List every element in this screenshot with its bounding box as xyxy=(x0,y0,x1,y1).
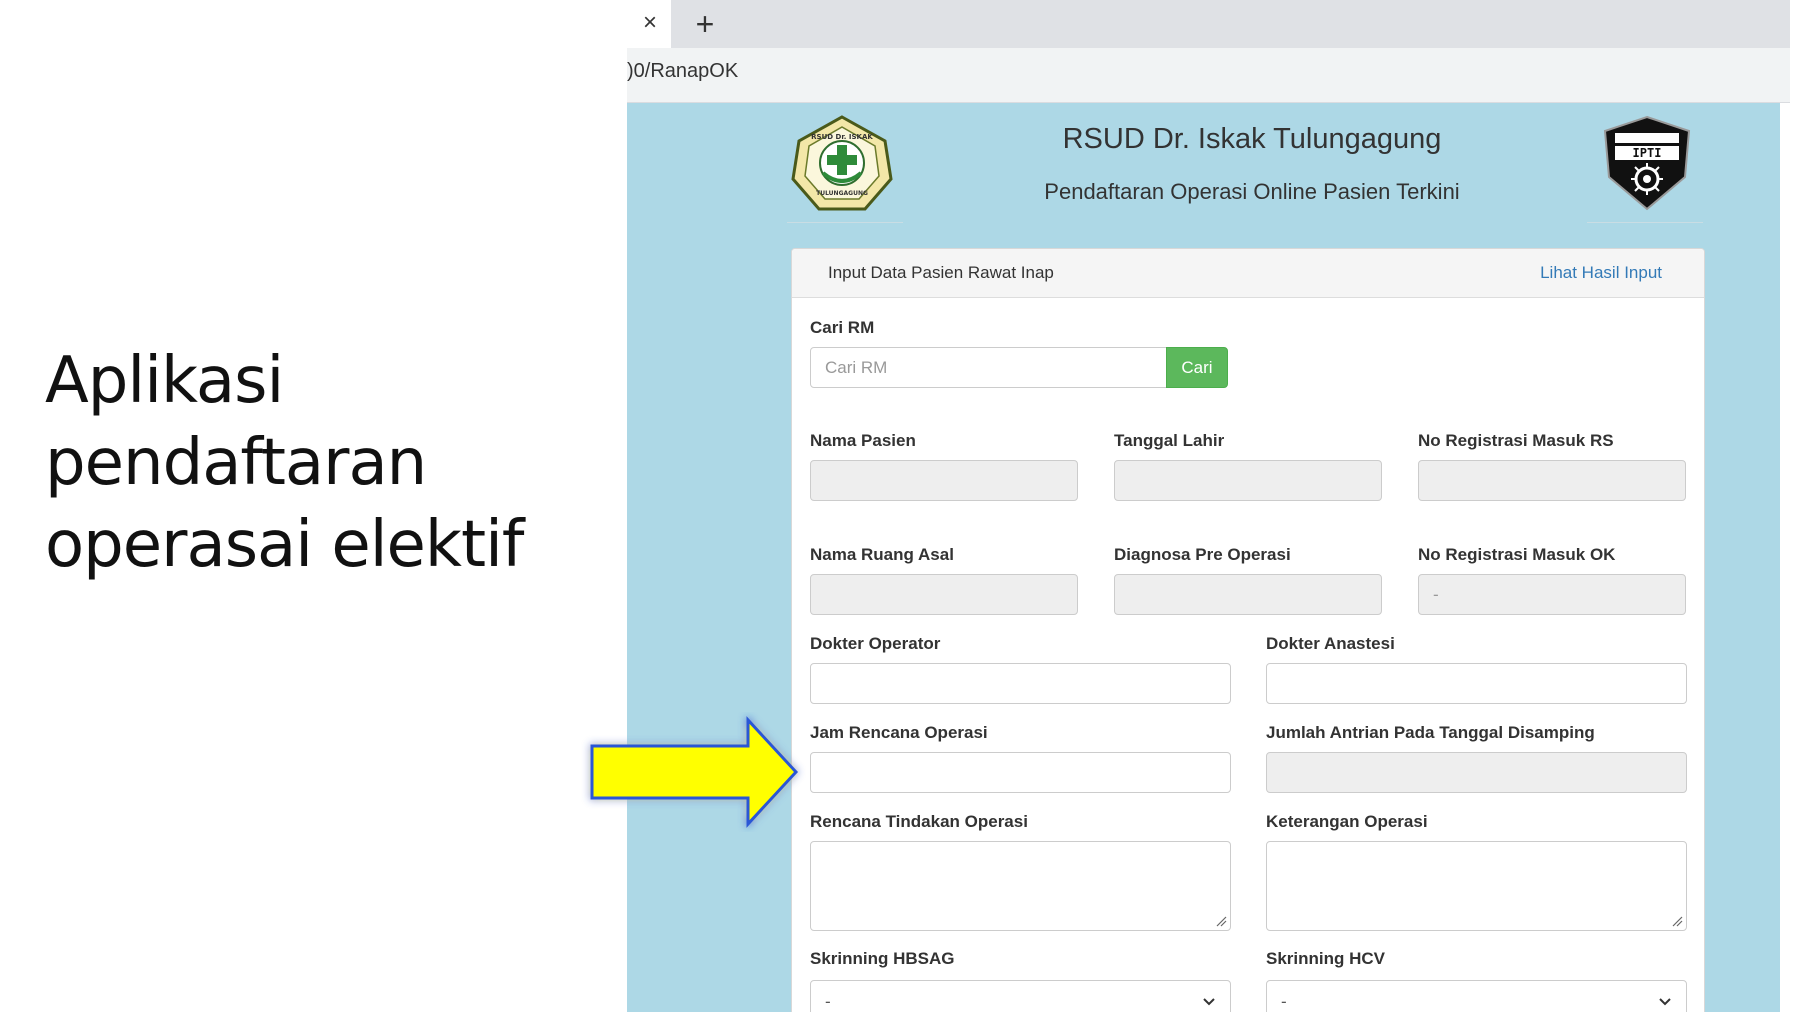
chevron-down-icon xyxy=(1203,998,1215,1006)
diagnosa-label: Diagnosa Pre Operasi xyxy=(1114,545,1291,564)
hospital-name: RSUD Dr. Iskak Tulungagung xyxy=(1062,123,1442,155)
view-results-link[interactable]: Lihat Hasil Input xyxy=(1540,263,1662,283)
jumlah-antrian-label: Jumlah Antrian Pada Tanggal Disamping xyxy=(1266,723,1595,742)
resize-grip-icon[interactable] xyxy=(1215,915,1227,927)
hcv-label: Skrinning HCV xyxy=(1266,949,1386,968)
ipti-logo: IPTI xyxy=(1603,115,1691,211)
slide-title-line-3: operasai elektif xyxy=(45,508,524,582)
tanggal-lahir-label: Tanggal Lahir xyxy=(1114,431,1225,450)
new-tab-icon[interactable]: + xyxy=(685,4,725,44)
cari-button[interactable]: Cari xyxy=(1166,347,1228,388)
slide-title: Aplikasi pendaftaran operasai elektif xyxy=(45,340,565,586)
nama-pasien-label: Nama Pasien xyxy=(810,431,916,450)
nama-ruang-asal-field[interactable] xyxy=(810,574,1078,615)
browser-window: × + )0/RanapOK RSUD Dr. ISKAK TULUNGAGUN… xyxy=(627,0,1790,1012)
callout-arrow-icon xyxy=(590,716,799,828)
jam-rencana-label: Jam Rencana Operasi xyxy=(810,723,988,742)
address-bar[interactable]: )0/RanapOK xyxy=(627,48,1790,103)
url-text[interactable]: )0/RanapOK xyxy=(627,60,738,83)
dokter-operator-field[interactable] xyxy=(810,663,1231,704)
svg-text:TULUNGAGUNG: TULUNGAGUNG xyxy=(816,190,868,197)
no-registrasi-ok-label: No Registrasi Masuk OK xyxy=(1418,545,1616,564)
hcv-selected: - xyxy=(1281,992,1287,1011)
header-divider-right xyxy=(1587,222,1703,223)
svg-text:RSUD Dr. ISKAK: RSUD Dr. ISKAK xyxy=(811,133,873,141)
cari-rm-input[interactable]: Cari RM xyxy=(810,347,1168,388)
nama-ruang-asal-label: Nama Ruang Asal xyxy=(810,545,954,564)
no-registrasi-rs-field[interactable] xyxy=(1418,460,1686,501)
dokter-anastesi-field[interactable] xyxy=(1266,663,1687,704)
no-registrasi-ok-field[interactable]: - xyxy=(1418,574,1686,615)
tab-bar: × + xyxy=(627,0,1790,48)
slide-title-line-1: Aplikasi xyxy=(45,344,284,418)
jam-rencana-field[interactable] xyxy=(810,752,1231,793)
hospital-logo: RSUD Dr. ISKAK TULUNGAGUNG xyxy=(791,115,893,211)
diagnosa-field[interactable] xyxy=(1114,574,1382,615)
panel-title: Input Data Pasien Rawat Inap xyxy=(828,263,1054,282)
dokter-operator-label: Dokter Operator xyxy=(810,634,941,653)
resize-grip-icon[interactable] xyxy=(1671,915,1683,927)
browser-tab[interactable]: × xyxy=(627,0,671,48)
hbsag-label: Skrinning HBSAG xyxy=(810,949,955,968)
rencana-tindakan-textarea[interactable] xyxy=(810,841,1231,931)
header-divider-left xyxy=(787,222,903,223)
keterangan-label: Keterangan Operasi xyxy=(1266,812,1428,831)
no-registrasi-rs-label: No Registrasi Masuk RS xyxy=(1418,431,1614,450)
page-subtitle: Pendaftaran Operasi Online Pasien Terkin… xyxy=(1044,179,1460,204)
keterangan-textarea[interactable] xyxy=(1266,841,1687,931)
slide-title-line-2: pendaftaran xyxy=(45,426,427,500)
rencana-tindakan-label: Rencana Tindakan Operasi xyxy=(810,812,1028,831)
page-viewport: RSUD Dr. ISKAK TULUNGAGUNG RSUD Dr. Iska… xyxy=(627,103,1780,1012)
chevron-down-icon xyxy=(1659,998,1671,1006)
dokter-anastesi-label: Dokter Anastesi xyxy=(1266,634,1395,653)
hbsag-selected: - xyxy=(825,992,831,1011)
hbsag-select[interactable]: - xyxy=(810,980,1231,1012)
cari-rm-label: Cari RM xyxy=(810,318,875,337)
close-tab-icon[interactable]: × xyxy=(637,8,663,38)
panel-header: Input Data Pasien Rawat Inap Lihat Hasil… xyxy=(792,249,1704,298)
nama-pasien-field[interactable] xyxy=(810,460,1078,501)
svg-text:IPTI: IPTI xyxy=(1633,146,1662,160)
hcv-select[interactable]: - xyxy=(1266,980,1687,1012)
jumlah-antrian-field[interactable] xyxy=(1266,752,1687,793)
tanggal-lahir-field[interactable] xyxy=(1114,460,1382,501)
input-panel: Input Data Pasien Rawat Inap Lihat Hasil… xyxy=(791,248,1705,1012)
